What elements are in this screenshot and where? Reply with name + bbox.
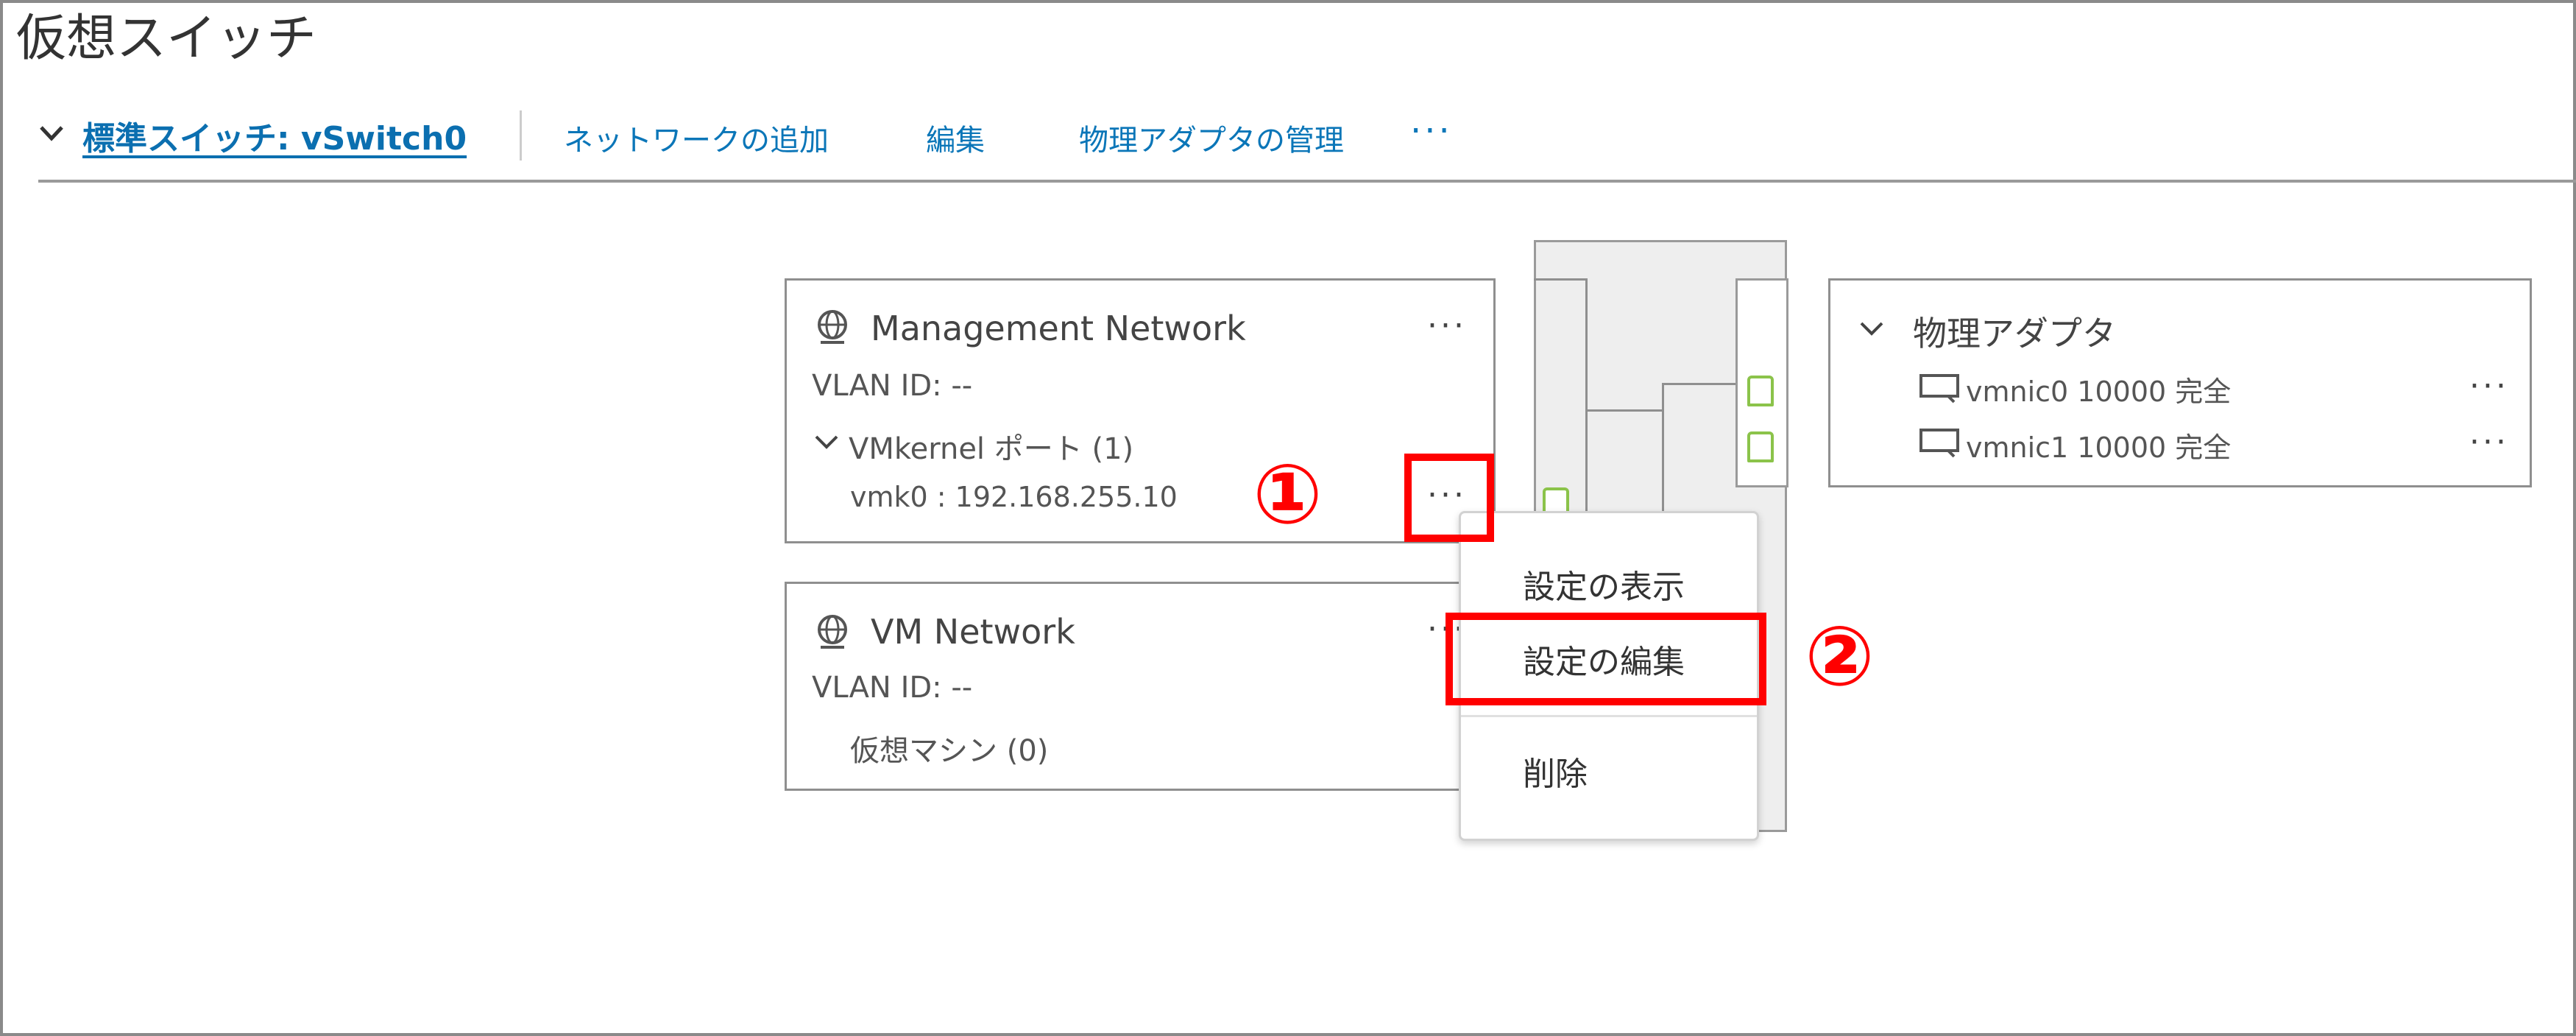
adapter-more-button[interactable]: ··· (2469, 426, 2509, 459)
manage-physical-adapters-button[interactable]: 物理アダプタの管理 (1079, 116, 1344, 159)
menu-item-delete[interactable]: 削除 (1523, 747, 1588, 794)
connection-line (1534, 278, 1587, 281)
vmk-item: vmk0 : 192.168.255.10 (850, 481, 1178, 513)
chevron-down-icon[interactable] (38, 124, 65, 143)
page-title: 仮想スイッチ (16, 10, 317, 68)
nic-icon (1919, 429, 1959, 458)
highlight-box-more-button (1404, 454, 1494, 542)
vmkernel-port-group-label: VMkernel ポート (1) (849, 432, 1134, 466)
chevron-down-icon[interactable] (1858, 320, 1885, 338)
step-number-1: ① (1253, 447, 1323, 543)
network-name: VM Network (871, 612, 1075, 652)
physical-adapters-card: 物理アダプタ vmnic0 10000 完全 ··· vmnic1 10000 … (1828, 278, 2532, 487)
port-icon (1747, 431, 1774, 462)
network-globe-icon (818, 615, 847, 649)
virtual-machine-count: 仮想マシン (0) (850, 734, 1049, 768)
network-name: Management Network (871, 309, 1246, 348)
header-divider (38, 180, 2576, 183)
vlan-id-label: VLAN ID: -- (812, 671, 973, 705)
connection-line (1585, 409, 1663, 412)
network-globe-icon (818, 310, 847, 344)
chevron-down-icon[interactable] (813, 434, 840, 451)
connection-line (1662, 383, 1735, 385)
management-network-card: Management Network ··· VLAN ID: -- VMker… (785, 278, 1496, 543)
menu-divider (1461, 715, 1757, 717)
network-more-button[interactable]: ··· (1427, 310, 1467, 342)
menu-item-view-settings[interactable]: 設定の表示 (1523, 560, 1685, 607)
vlan-id-label: VLAN ID: -- (812, 369, 973, 403)
nic-icon (1919, 374, 1959, 404)
adapter-more-button[interactable]: ··· (2469, 370, 2509, 403)
edit-button[interactable]: 編集 (926, 116, 985, 159)
standard-switch-link[interactable]: 標準スイッチ: vSwitch0 (82, 112, 467, 159)
add-network-button[interactable]: ネットワークの追加 (564, 116, 829, 159)
toolbar-more-button[interactable]: ··· (1410, 110, 1453, 152)
highlight-box-edit-settings (1446, 613, 1766, 705)
vm-network-card: VM Network ··· VLAN ID: -- 仮想マシン (0) (785, 582, 1496, 791)
step-number-2: ② (1805, 609, 1875, 705)
port-icon (1747, 376, 1774, 406)
adapter-item: vmnic0 10000 完全 (1966, 376, 2232, 408)
toolbar-separator (520, 110, 522, 161)
adapter-item: vmnic1 10000 完全 (1966, 431, 2232, 464)
physical-adapters-title: 物理アダプタ (1913, 314, 2116, 353)
